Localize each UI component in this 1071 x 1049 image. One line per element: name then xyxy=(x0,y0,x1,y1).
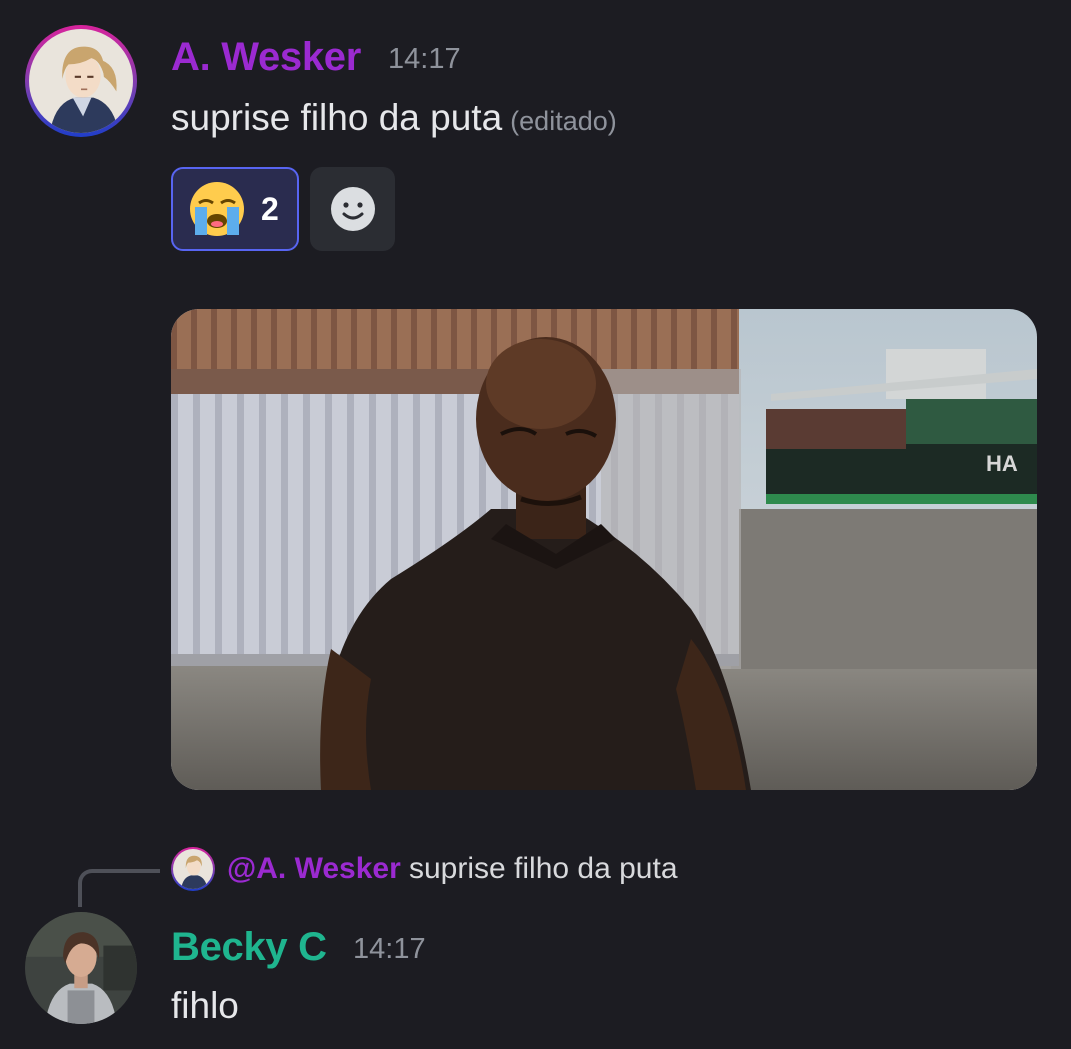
becky-avatar-art xyxy=(25,912,137,1024)
chat-window: A. Wesker 14:17 suprise filho da puta (ed… xyxy=(0,0,1071,1049)
loudly-crying-face-icon xyxy=(190,182,244,236)
message-timestamp: 14:17 xyxy=(353,933,426,965)
reaction-crying-button[interactable]: 2 xyxy=(171,167,299,251)
message-content: suprise filho da puta (editado) xyxy=(171,99,617,136)
reaction-count: 2 xyxy=(261,190,279,227)
wesker-avatar[interactable] xyxy=(25,25,137,137)
message-text: suprise filho da puta xyxy=(171,97,503,138)
edited-label: (editado) xyxy=(510,106,617,136)
message-author[interactable]: Becky C xyxy=(171,927,327,967)
smiley-add-reaction-icon xyxy=(330,187,375,231)
message-author[interactable]: A. Wesker xyxy=(171,37,361,77)
reply-author-avatar[interactable] xyxy=(171,847,215,891)
reply-connector-line xyxy=(78,869,160,907)
reply-avatar-art xyxy=(173,849,213,889)
message-text: fihlo xyxy=(171,985,239,1026)
gif-attachment[interactable]: HA xyxy=(171,309,1037,790)
wesker-avatar-art xyxy=(29,29,133,133)
add-reaction-button[interactable] xyxy=(310,167,395,251)
message-timestamp: 14:17 xyxy=(388,43,461,75)
gif-image: HA xyxy=(171,309,1037,790)
reply-preview-text[interactable]: suprise filho da puta xyxy=(409,854,678,884)
becky-avatar[interactable] xyxy=(25,912,137,1024)
reply-mention[interactable]: @A. Wesker xyxy=(227,854,401,884)
svg-text:HA: HA xyxy=(986,451,1018,476)
